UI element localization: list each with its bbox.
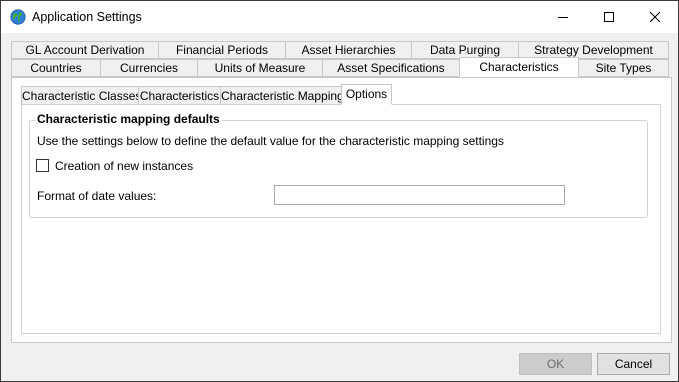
close-icon bbox=[650, 12, 660, 22]
tab-countries[interactable]: Countries bbox=[11, 59, 101, 77]
tab-characteristics[interactable]: Characteristics bbox=[459, 57, 579, 77]
title-bar: Application Settings bbox=[1, 1, 678, 33]
tab-options[interactable]: Options bbox=[341, 84, 392, 105]
application-settings-window: Application Settings GL Account Derivati… bbox=[0, 0, 679, 382]
tab-asset-hierarchies[interactable]: Asset Hierarchies bbox=[285, 41, 412, 59]
minimize-icon bbox=[558, 17, 568, 18]
tab-financial-periods[interactable]: Financial Periods bbox=[158, 41, 286, 59]
group-title: Characteristic mapping defaults bbox=[35, 112, 222, 126]
creation-of-new-instances-checkbox[interactable] bbox=[36, 159, 49, 172]
date-format-label: Format of date values: bbox=[37, 189, 157, 203]
ok-button[interactable]: OK bbox=[519, 353, 592, 375]
creation-of-new-instances-label[interactable]: Creation of new instances bbox=[55, 159, 193, 173]
date-format-input[interactable] bbox=[274, 185, 565, 205]
window-title: Application Settings bbox=[32, 10, 142, 24]
tab-asset-specifications[interactable]: Asset Specifications bbox=[322, 59, 460, 77]
tab-gl-account-derivation[interactable]: GL Account Derivation bbox=[11, 41, 159, 59]
maximize-button[interactable] bbox=[586, 1, 632, 33]
tab-characteristic-mapping[interactable]: Characteristic Mapping bbox=[220, 86, 344, 106]
tab-site-types[interactable]: Site Types bbox=[578, 59, 669, 77]
close-button[interactable] bbox=[632, 1, 678, 33]
tab-inner-characteristics[interactable]: Characteristics bbox=[138, 86, 221, 106]
cancel-button[interactable]: Cancel bbox=[597, 353, 670, 375]
maximize-icon bbox=[604, 12, 614, 22]
minimize-button[interactable] bbox=[540, 1, 586, 33]
group-description: Use the settings below to define the def… bbox=[37, 134, 504, 148]
globe-icon bbox=[10, 9, 26, 25]
tab-units-of-measure[interactable]: Units of Measure bbox=[197, 59, 323, 77]
tab-characteristic-classes[interactable]: Characteristic Classes bbox=[21, 86, 141, 106]
tab-currencies[interactable]: Currencies bbox=[100, 59, 198, 77]
